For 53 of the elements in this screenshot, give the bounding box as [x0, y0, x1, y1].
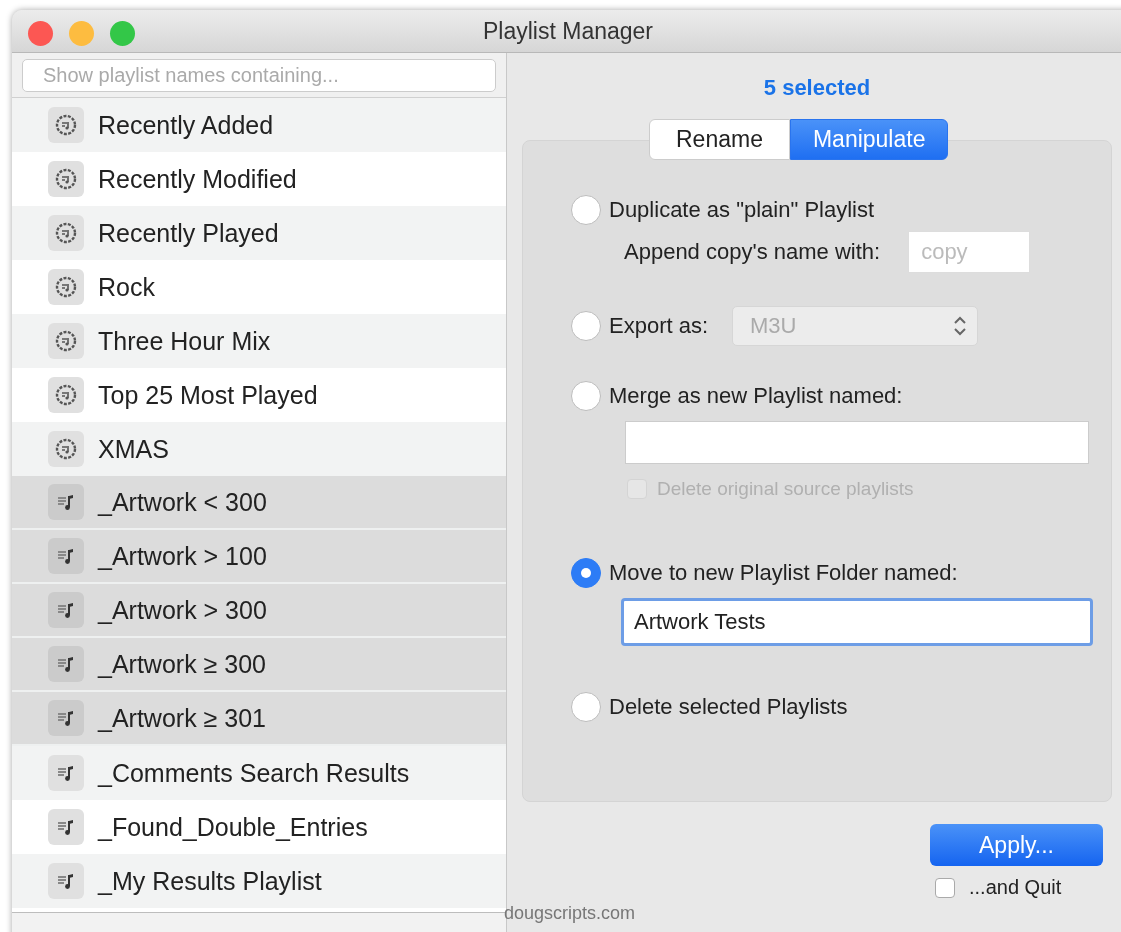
- music-list-icon: [48, 646, 84, 682]
- gear-icon: [48, 431, 84, 467]
- gear-icon: [48, 269, 84, 305]
- playlist-row[interactable]: _Artwork ≥ 301: [12, 692, 506, 746]
- gear-icon: [48, 161, 84, 197]
- music-list-icon: [48, 484, 84, 520]
- stepper-icon: [953, 314, 968, 338]
- option-label: Move to new Playlist Folder named:: [609, 560, 958, 586]
- tab[interactable]: Rename: [649, 119, 790, 160]
- radio-button[interactable]: [571, 381, 601, 411]
- music-list-icon: [48, 755, 84, 791]
- field-label: Append copy's name with:: [624, 239, 881, 265]
- gear-icon: [48, 377, 84, 413]
- radio-button[interactable]: [571, 311, 601, 341]
- option-label: Merge as new Playlist named:: [609, 383, 903, 409]
- playlist-row[interactable]: _Artwork < 300: [12, 476, 506, 530]
- radio-button[interactable]: [571, 195, 601, 225]
- playlist-row[interactable]: _Comments Search Results: [12, 746, 506, 800]
- option-label: Delete selected Playlists: [609, 694, 848, 720]
- playlist-row[interactable]: Recently Added: [12, 98, 506, 152]
- music-list-icon: [48, 700, 84, 736]
- selection-count: 5 selected: [762, 75, 872, 101]
- apply-button[interactable]: Apply...: [930, 824, 1103, 866]
- option-label: Export as:: [609, 313, 709, 339]
- playlist-row[interactable]: XMAS: [12, 422, 506, 476]
- zoom-button[interactable]: [110, 21, 135, 46]
- close-button[interactable]: [28, 21, 53, 46]
- music-list-icon: [48, 538, 84, 574]
- tab[interactable]: Manipulate: [789, 119, 949, 160]
- suffix-field[interactable]: copy: [908, 231, 1031, 273]
- playlist-row[interactable]: _Artwork > 300: [12, 584, 506, 638]
- minimize-button[interactable]: [69, 21, 94, 46]
- checkbox-label: ...and Quit: [969, 876, 1062, 899]
- name-field[interactable]: Artwork Tests: [621, 598, 1093, 646]
- gear-icon: [48, 107, 84, 143]
- radio-button[interactable]: [571, 692, 601, 722]
- name-field[interactable]: [625, 421, 1089, 464]
- playlist-row[interactable]: Recently Played: [12, 206, 506, 260]
- gear-icon: [48, 323, 84, 359]
- checkbox[interactable]: [935, 877, 955, 898]
- playlist-row[interactable]: _Artwork > 100: [12, 530, 506, 584]
- music-list-icon: [48, 863, 84, 899]
- option-label: Duplicate as "plain" Playlist: [609, 197, 875, 223]
- playlist-row[interactable]: Three Hour Mix: [12, 314, 506, 368]
- search-field[interactable]: Show playlist names containing...: [22, 59, 496, 92]
- music-list-icon: [48, 809, 84, 845]
- playlist-row[interactable]: _My Results Playlist: [12, 854, 506, 908]
- gear-icon: [48, 215, 84, 251]
- radio-button[interactable]: [571, 558, 601, 588]
- playlist-row[interactable]: _Artwork ≥ 300: [12, 638, 506, 692]
- music-list-icon: [48, 592, 84, 628]
- window-title: Playlist Manager: [483, 17, 653, 45]
- website-credit: dougscripts.com: [504, 903, 637, 924]
